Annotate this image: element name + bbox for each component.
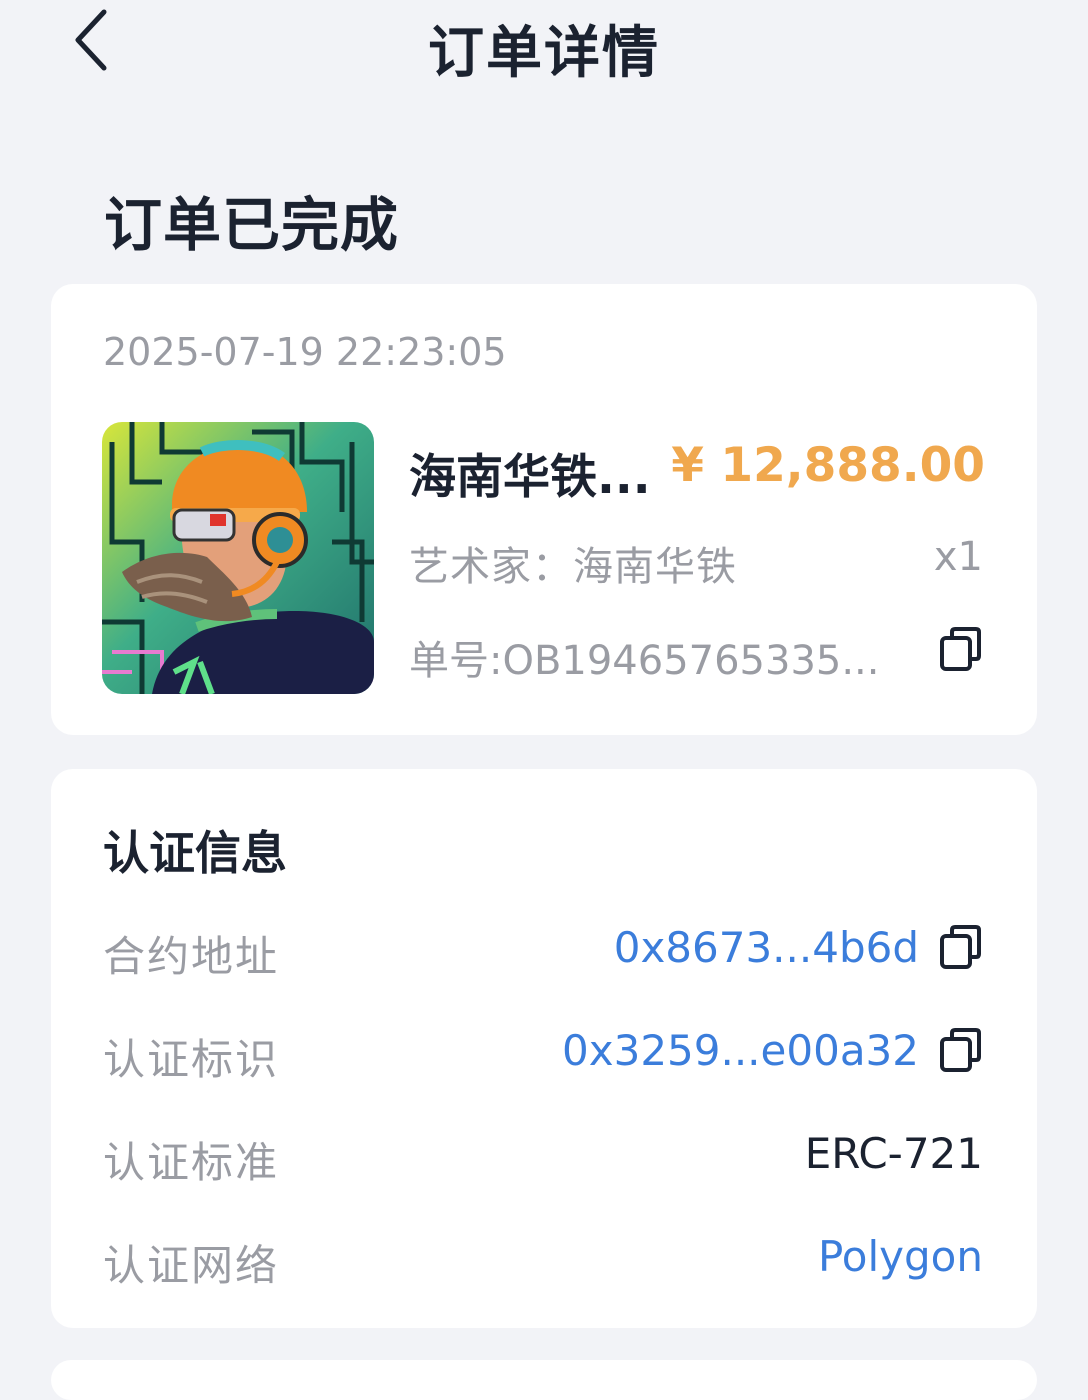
copy-icon — [940, 627, 981, 671]
token-standard-label: 认证标准 — [103, 1138, 280, 1187]
contract-address-value[interactable]: 0x8673...4b6d — [614, 923, 919, 972]
copy-token-id-button[interactable] — [939, 1027, 983, 1073]
copy-order-number-button[interactable] — [939, 626, 983, 672]
network-value[interactable]: Polygon — [818, 1232, 983, 1281]
copy-icon — [940, 1028, 981, 1072]
contract-address-label: 合约地址 — [103, 932, 280, 981]
copy-contract-address-button[interactable] — [939, 924, 983, 970]
token-id-value[interactable]: 0x3259...e00a32 — [562, 1026, 919, 1075]
artwork-image — [102, 422, 374, 694]
network-label: 认证网络 — [103, 1241, 280, 1290]
product-name[interactable]: 海南华铁... — [409, 438, 651, 507]
product-thumbnail[interactable] — [102, 422, 374, 694]
nav-bar: 订单详情 — [0, 0, 1088, 86]
token-standard-value: ERC-721 — [804, 1129, 983, 1178]
page-title: 订单详情 — [428, 21, 660, 86]
copy-icon — [940, 925, 981, 969]
artist-name: 艺术家：海南华铁 — [409, 544, 737, 590]
section-title: 认证信息 — [103, 826, 287, 880]
product-price: ¥ 12,888.00 — [671, 438, 985, 493]
order-card: 2025-07-19 22:23:05 海南华铁... ¥ 12,888.00 … — [51, 284, 1037, 735]
certification-card: 认证信息 合约地址 0x8673...4b6d 认证标识 0x3259...e0… — [51, 769, 1037, 1328]
order-number: 单号:OB19465765335... — [409, 638, 880, 684]
token-id-label: 认证标识 — [103, 1035, 280, 1084]
product-quantity: x1 — [933, 534, 983, 580]
order-time: 2025-07-19 22:23:05 — [103, 330, 507, 374]
next-card — [51, 1360, 1037, 1400]
order-status: 订单已完成 — [104, 191, 400, 259]
